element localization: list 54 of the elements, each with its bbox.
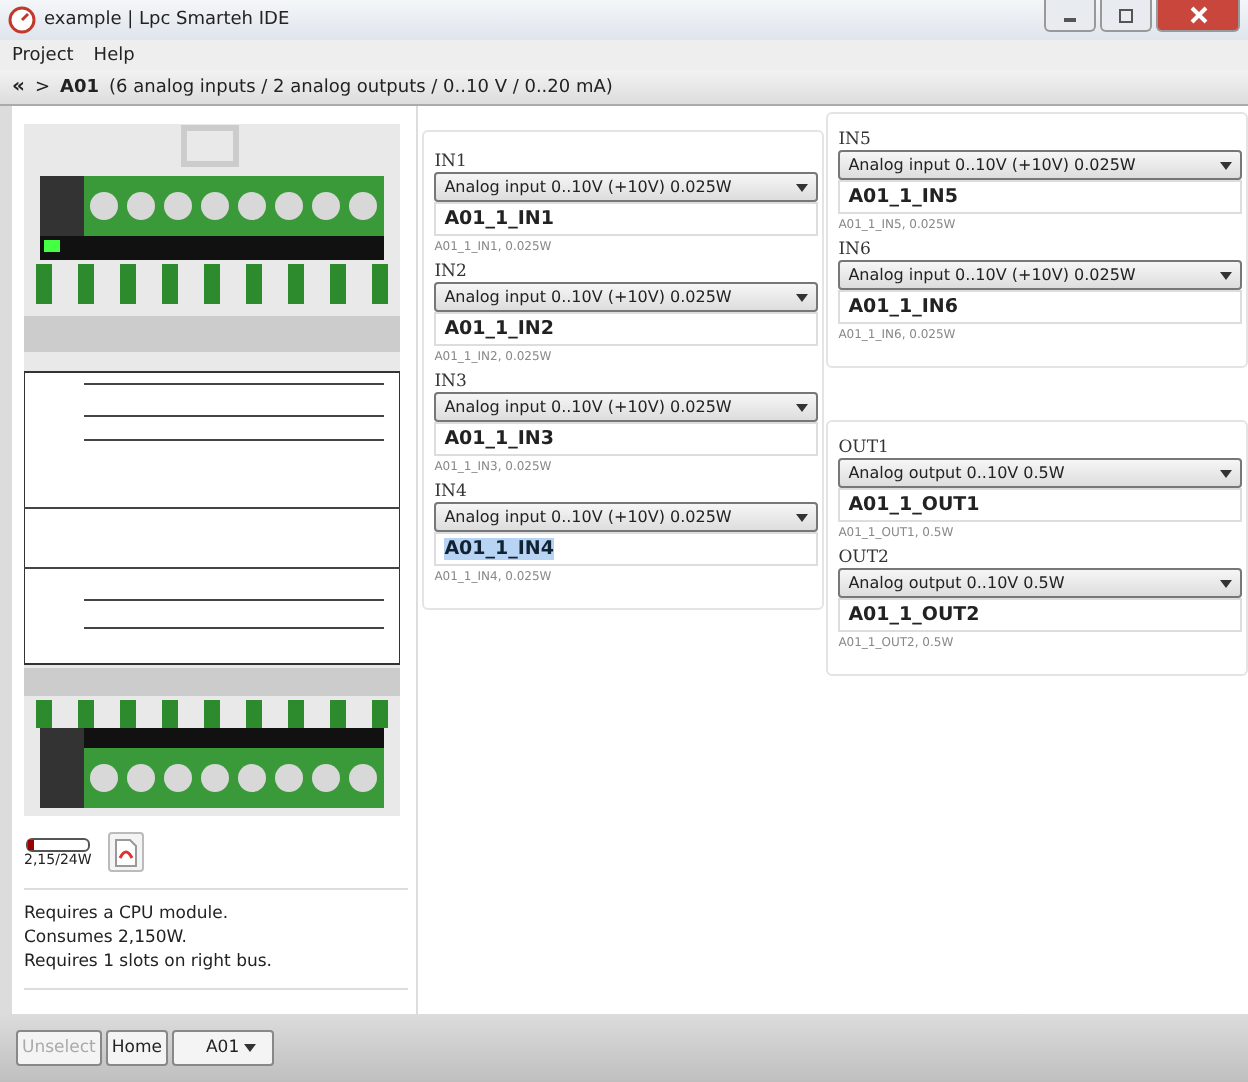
caret-icon: [1220, 579, 1232, 587]
channel-label: OUT2: [838, 548, 891, 568]
channel-label: IN6: [838, 240, 873, 260]
channel-label: OUT1: [838, 438, 891, 458]
channel-name-field[interactable]: A01_1_OUT2: [838, 598, 1242, 632]
close-icon: [1189, 6, 1207, 24]
module-description: (6 analog inputs / 2 analog outputs / 0..10 V / 0..20 mA): [109, 77, 613, 97]
channel-label: IN2: [434, 262, 469, 282]
caret-icon: [1220, 469, 1232, 477]
caret-icon: [796, 403, 809, 411]
maximize-icon: [1118, 7, 1134, 23]
caret-icon: [796, 183, 809, 191]
close-button[interactable]: [1156, 0, 1240, 32]
breadcrumb-separator: >: [34, 77, 51, 97]
channel-type-dropdown[interactable]: Analog output 0..10V 0.5W: [838, 568, 1242, 598]
caret-icon: [1220, 271, 1232, 279]
caret-icon: [1220, 161, 1232, 169]
module-name: A01: [60, 77, 100, 97]
channel-label: IN3: [434, 372, 469, 392]
pdf-button[interactable]: [107, 832, 144, 872]
gauge-icon: [8, 6, 36, 34]
channel-name-field[interactable]: A01_1_IN3: [434, 422, 819, 456]
channel-type-dropdown[interactable]: Analog output 0..10V 0.5W: [838, 458, 1242, 488]
channel-type-dropdown[interactable]: Analog input 0..10V (+10V) 0.025W: [434, 172, 819, 202]
channel-label: IN1: [434, 152, 469, 172]
channel-name-field[interactable]: A01_1_OUT1: [838, 488, 1242, 522]
menu-item[interactable]: Help: [93, 45, 135, 65]
minimize-button[interactable]: [1044, 0, 1096, 32]
back-link[interactable]: «: [12, 76, 25, 98]
channel-name-field[interactable]: A01_1_IN5: [838, 180, 1242, 214]
channel-type-dropdown[interactable]: Analog input 0..10V (+10V) 0.025W: [434, 392, 819, 422]
channel-name-field[interactable]: A01_1_IN1: [434, 202, 819, 236]
channel-name-field[interactable]: A01_1_IN6: [838, 290, 1242, 324]
info-text: Consumes 2,150W.: [24, 926, 189, 950]
info-text: Requires 1 slots on right bus.: [24, 950, 275, 974]
module-dropdown[interactable]: A01: [171, 1030, 275, 1066]
channel-name-field[interactable]: A01_1_IN4: [434, 532, 819, 566]
channel-label: IN5: [838, 130, 873, 150]
caret-icon: [244, 1044, 257, 1052]
document-icon: [113, 837, 138, 867]
maximize-button[interactable]: [1100, 0, 1152, 32]
window-title: example | Lpc Smarteh IDE: [44, 10, 290, 30]
channel-label: IN4: [434, 482, 469, 502]
channel-type-dropdown[interactable]: Analog input 0..10V (+10V) 0.025W: [434, 282, 819, 312]
caret-icon: [796, 513, 809, 521]
caret-icon: [796, 293, 809, 301]
info-text: Requires a CPU module.: [24, 902, 231, 926]
power-meter: [25, 837, 90, 851]
channel-type-dropdown[interactable]: Analog input 0..10V (+10V) 0.025W: [434, 502, 819, 532]
menu-item[interactable]: Project: [12, 45, 74, 65]
channel-name-field[interactable]: A01_1_IN2: [434, 312, 819, 346]
toolbar-button[interactable]: Home: [105, 1030, 168, 1066]
channel-type-dropdown[interactable]: Analog input 0..10V (+10V) 0.025W: [838, 260, 1242, 290]
channel-type-dropdown[interactable]: Analog input 0..10V (+10V) 0.025W: [838, 150, 1242, 180]
